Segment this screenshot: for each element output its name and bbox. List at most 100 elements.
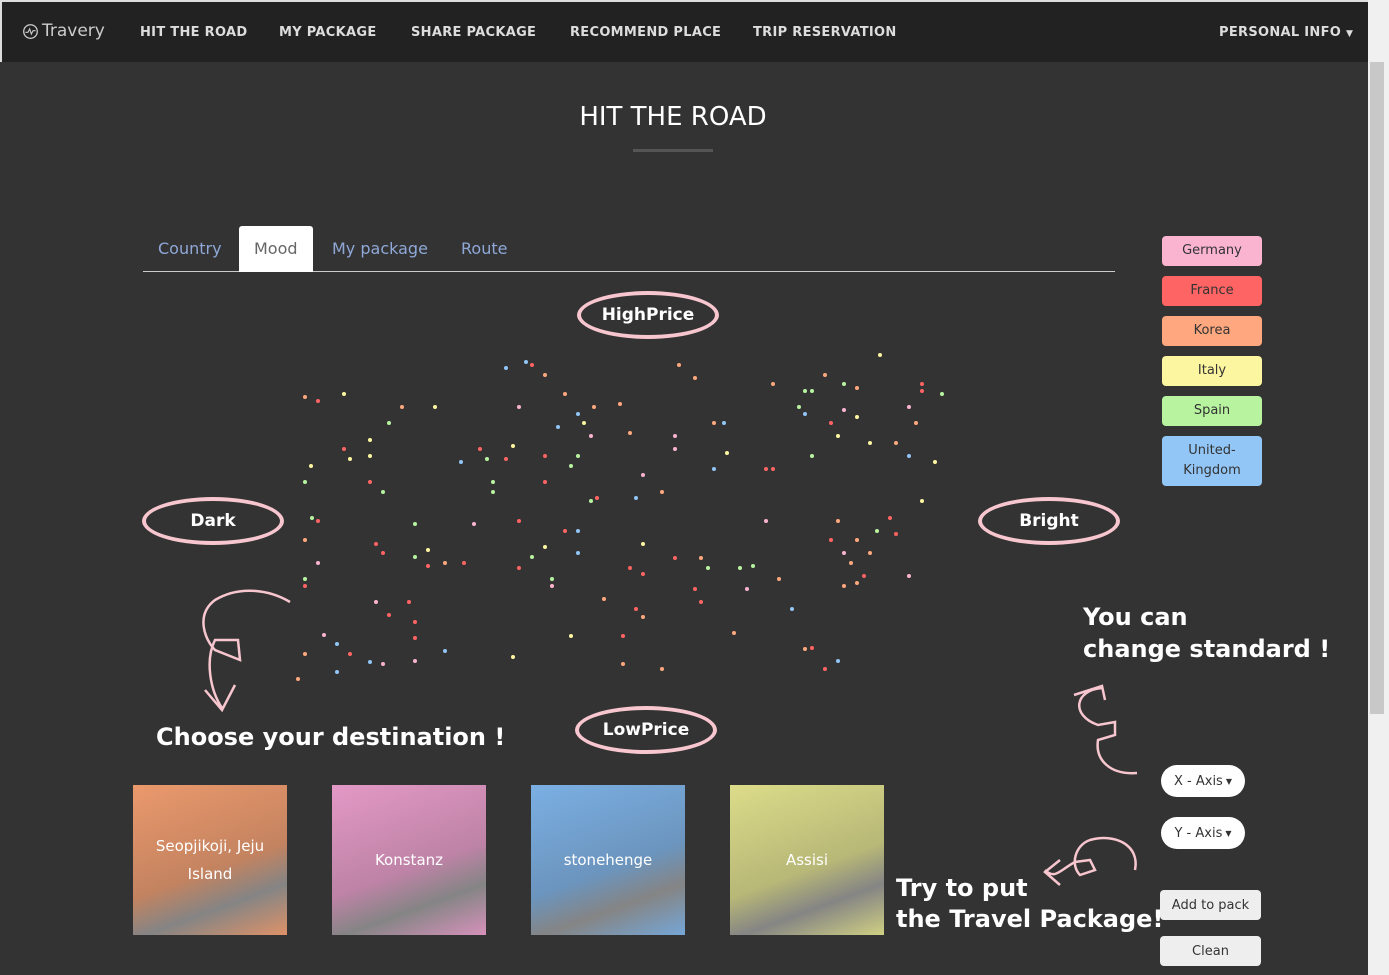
scatter-point-italy[interactable] — [582, 421, 587, 426]
scatter-point-italy[interactable] — [432, 405, 437, 409]
scatter-point-korea[interactable] — [712, 421, 717, 426]
scatter-point-korea[interactable] — [302, 652, 307, 656]
scatter-point-korea[interactable] — [913, 421, 918, 426]
scatter-point-germany[interactable] — [640, 473, 645, 478]
scatter-point-italy[interactable] — [920, 499, 925, 504]
scatter-point-united-kingdom[interactable] — [835, 658, 840, 663]
scatter-point-spain[interactable] — [575, 453, 580, 458]
scatter-point-spain[interactable] — [939, 392, 944, 396]
scatter-point-spain[interactable] — [738, 565, 743, 570]
scrollbar[interactable] — [1368, 0, 1389, 975]
scatter-point-spain[interactable] — [803, 388, 808, 393]
scatter-point-germany[interactable] — [549, 583, 554, 588]
destination-card[interactable]: stonehenge — [531, 785, 685, 935]
scatter-point-france[interactable] — [562, 528, 567, 533]
scatter-point-korea[interactable] — [660, 489, 665, 494]
scatter-point-korea[interactable] — [855, 538, 860, 543]
scatter-point-spain[interactable] — [309, 515, 314, 520]
scatter-point-france[interactable] — [770, 466, 775, 471]
scatter-point-korea[interactable] — [894, 440, 899, 445]
clean-button[interactable]: Clean — [1160, 936, 1261, 966]
scatter-point-korea[interactable] — [543, 372, 548, 377]
scatter-point-united-kingdom[interactable] — [335, 669, 340, 674]
scatter-point-korea[interactable] — [676, 362, 681, 367]
scatter-point-france[interactable] — [861, 574, 866, 578]
scatter-point-france[interactable] — [315, 518, 320, 523]
scatter-point-spain[interactable] — [796, 405, 801, 409]
scatter-point-korea[interactable] — [848, 561, 853, 565]
scatter-point-united-kingdom[interactable] — [575, 411, 580, 416]
scatter-point-spain[interactable] — [413, 522, 418, 526]
scatter-point-spain[interactable] — [491, 479, 496, 484]
scatter-point-korea[interactable] — [822, 372, 827, 377]
scatter-point-germany[interactable] — [517, 405, 522, 409]
scatter-point-france[interactable] — [640, 572, 645, 577]
scatter-point-italy[interactable] — [835, 434, 840, 439]
scatter-point-korea[interactable] — [592, 405, 596, 409]
scatter-point-italy[interactable] — [341, 392, 346, 396]
scatter-point-korea[interactable] — [296, 677, 301, 682]
scatter-point-united-kingdom[interactable] — [335, 642, 340, 647]
scatter-point-united-kingdom[interactable] — [634, 496, 639, 500]
scatter-point-italy[interactable] — [543, 544, 548, 549]
scatter-point-france[interactable] — [504, 457, 509, 461]
scatter-point-italy[interactable] — [725, 450, 730, 455]
scatter-point-korea[interactable] — [601, 596, 606, 601]
scatter-point-spain[interactable] — [387, 421, 392, 426]
scatter-point-italy[interactable] — [348, 457, 353, 461]
scatter-point-italy[interactable] — [309, 463, 314, 468]
scatter-point-germany[interactable] — [413, 658, 418, 663]
scatter-point-france[interactable] — [517, 518, 522, 523]
scatter-point-italy[interactable] — [878, 353, 882, 357]
scatter-point-france[interactable] — [426, 564, 431, 569]
scatter-point-italy[interactable] — [426, 548, 431, 552]
mood-scatter-plot[interactable] — [295, 353, 945, 682]
scatter-point-italy[interactable] — [510, 444, 515, 448]
legend-france[interactable]: France — [1162, 276, 1262, 306]
scatter-point-spain[interactable] — [874, 528, 879, 533]
scatter-point-france[interactable] — [673, 556, 678, 561]
scatter-point-united-kingdom[interactable] — [442, 648, 447, 653]
scatter-point-spain[interactable] — [809, 388, 814, 393]
scatter-point-france[interactable] — [809, 645, 814, 650]
nav-recommend-place[interactable]: RECOMMEND PLACE — [570, 25, 721, 40]
tab-mood[interactable]: Mood — [239, 226, 313, 272]
destination-card[interactable]: Konstanz — [332, 785, 486, 935]
scatter-point-germany[interactable] — [588, 434, 593, 439]
scatter-point-korea[interactable] — [692, 375, 697, 380]
scatter-point-italy[interactable] — [855, 414, 860, 419]
scatter-point-korea[interactable] — [618, 401, 622, 406]
scatter-point-korea[interactable] — [621, 661, 626, 666]
scatter-point-korea[interactable] — [660, 666, 665, 671]
scatter-point-italy[interactable] — [367, 437, 372, 442]
scatter-point-germany[interactable] — [380, 661, 385, 666]
nav-hit-the-road[interactable]: HIT THE ROAD — [140, 25, 247, 40]
scatter-point-united-kingdom[interactable] — [523, 359, 528, 364]
scatter-point-italy[interactable] — [510, 655, 515, 660]
tab-route[interactable]: Route — [446, 226, 522, 272]
scatter-point-france[interactable] — [829, 421, 834, 426]
scatter-point-united-kingdom[interactable] — [458, 460, 463, 465]
scatter-point-germany[interactable] — [907, 405, 912, 409]
scatter-point-united-kingdom[interactable] — [575, 551, 580, 556]
legend-korea[interactable]: Korea — [1162, 316, 1262, 346]
tab-country[interactable]: Country — [143, 226, 237, 272]
scatter-point-korea[interactable] — [868, 551, 873, 556]
destination-card[interactable]: Seopjikoji, Jeju Island — [133, 785, 287, 935]
scatter-point-spain[interactable] — [569, 463, 574, 468]
scatter-point-korea[interactable] — [562, 392, 567, 396]
brand-logo[interactable]: Travery — [22, 21, 105, 41]
scatter-point-korea[interactable] — [699, 556, 704, 561]
scatter-point-france[interactable] — [920, 382, 925, 387]
scatter-point-spain[interactable] — [530, 554, 535, 559]
scatter-point-germany[interactable] — [842, 408, 847, 413]
legend-germany[interactable]: Germany — [1162, 236, 1262, 266]
scatter-point-korea[interactable] — [627, 431, 632, 435]
scatter-point-france[interactable] — [692, 587, 697, 591]
scatter-point-france[interactable] — [764, 466, 769, 471]
scatter-point-united-kingdom[interactable] — [504, 366, 509, 370]
scatter-point-united-kingdom[interactable] — [803, 411, 808, 416]
scatter-point-france[interactable] — [920, 388, 925, 393]
scatter-point-france[interactable] — [406, 600, 411, 604]
scatter-point-korea[interactable] — [731, 630, 736, 635]
